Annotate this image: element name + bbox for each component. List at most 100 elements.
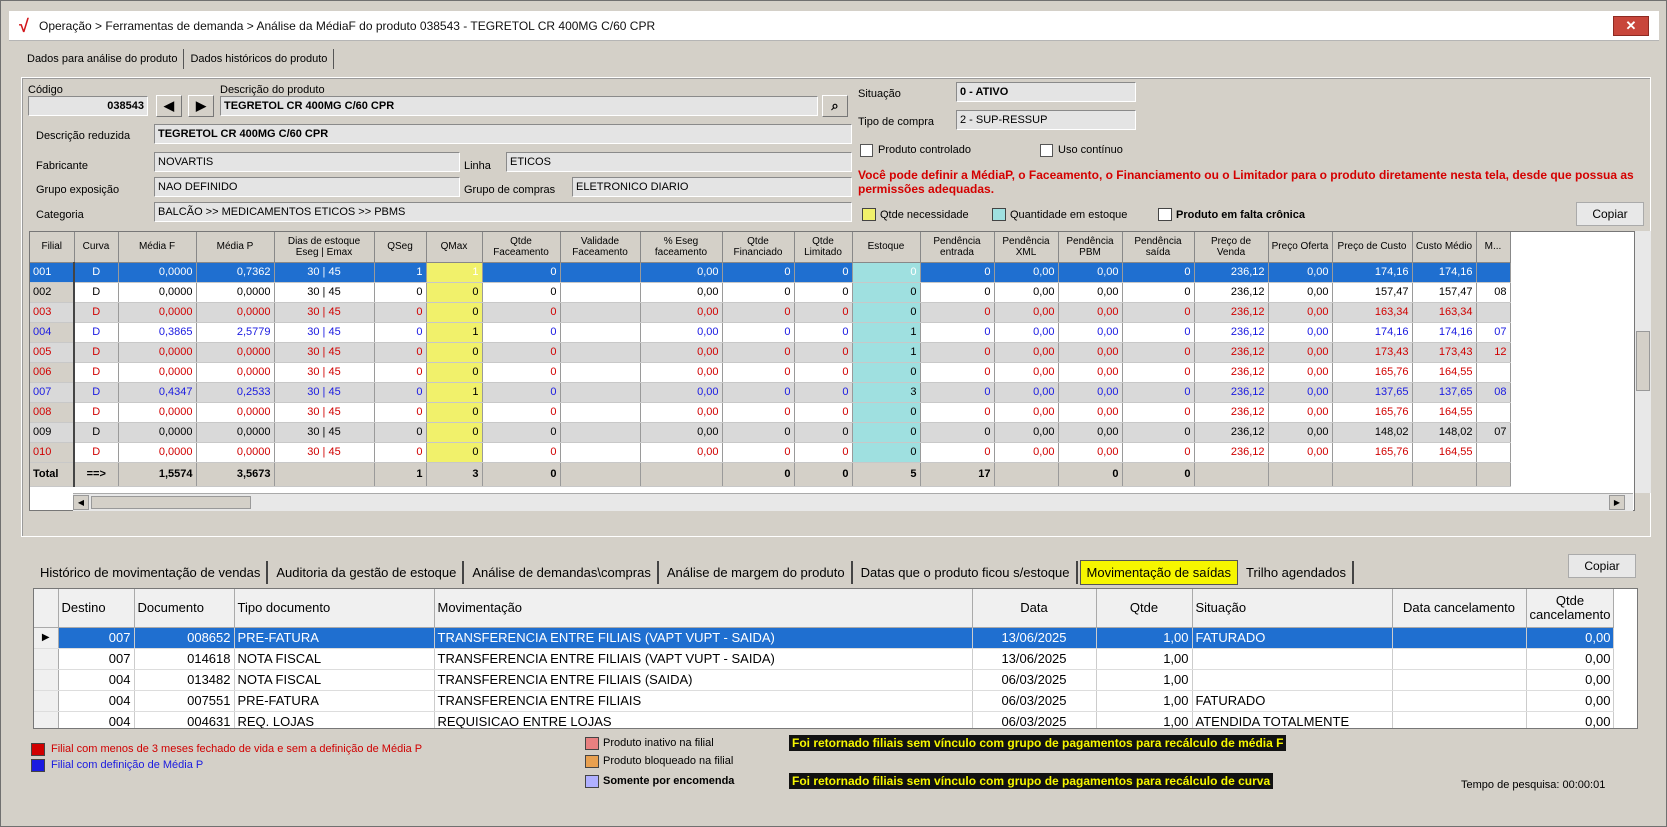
filial-cell-ps[interactable]: 0 (1122, 322, 1195, 343)
filial-cell-f[interactable]: 002 (30, 282, 75, 303)
filial-cell-mp[interactable]: 0,2533 (196, 382, 275, 403)
filial-cell-pp[interactable]: 0,00 (1058, 262, 1123, 283)
filial-cell-cm[interactable]: 174,16 (1412, 322, 1477, 343)
saidas-cell-doc[interactable]: 008652 (134, 627, 235, 649)
saidas-cell-dest[interactable]: 007 (58, 648, 135, 670)
filial-cell-po[interactable]: 0,00 (1268, 262, 1333, 283)
filial-cell-d[interactable]: 30 | 45 (274, 382, 375, 403)
produto-controlado-checkbox[interactable] (860, 144, 873, 157)
filial-cell-pc[interactable]: 173,43 (1332, 342, 1413, 363)
tab-auditoria-estoque[interactable]: Auditoria da gestão de estoque (270, 561, 465, 584)
filial-cell-pv[interactable]: 236,12 (1194, 282, 1269, 303)
copy-grid-button[interactable]: Copiar (1576, 202, 1644, 226)
filial-cell-ps[interactable]: 0 (1122, 262, 1195, 283)
grid-header-17[interactable]: Preço de Venda (1194, 232, 1269, 263)
fabricante-field[interactable]: NOVARTIS (154, 152, 460, 172)
linha-field[interactable]: ETICOS (506, 152, 852, 172)
saidas-cell-qtde[interactable]: 1,00 (1096, 627, 1193, 649)
filial-cell-es[interactable]: 0 (852, 282, 921, 303)
filial-cell-pen[interactable]: 0 (920, 342, 995, 363)
filial-cell-cm[interactable]: 148,02 (1412, 422, 1477, 443)
filial-cell-cm[interactable]: 157,47 (1412, 282, 1477, 303)
filial-cell-qm[interactable]: 1 (426, 262, 483, 283)
saidas-cell-sit[interactable] (1192, 648, 1393, 670)
filial-cell-qfi[interactable]: 0 (722, 442, 795, 463)
filial-cell-qs[interactable]: 0 (374, 402, 427, 423)
filial-cell-px[interactable]: 0,00 (994, 322, 1059, 343)
filial-cell-f[interactable]: 007 (30, 382, 75, 403)
filial-cell-x[interactable]: 08 (1476, 382, 1511, 403)
filial-row[interactable]: 009 D 0,0000 0,0000 30 | 45 0 0 0 0,00 0 0 0 0 0,00 0,… (30, 422, 1511, 443)
filial-cell-qfi[interactable]: 0 (722, 262, 795, 283)
grid-header-12[interactable]: Estoque (852, 232, 921, 263)
filial-cell-pv[interactable]: 236,12 (1194, 382, 1269, 403)
grid-header-16[interactable]: Pendência saída (1122, 232, 1195, 263)
saidas-cell-sit[interactable] (1192, 669, 1393, 691)
filial-cell-x[interactable]: 07 (1476, 422, 1511, 443)
filial-cell-pen[interactable]: 0 (920, 422, 995, 443)
filial-cell-pc[interactable]: 165,76 (1332, 362, 1413, 383)
filial-cell-es[interactable]: 0 (852, 442, 921, 463)
filial-cell-qm[interactable]: 0 (426, 442, 483, 463)
filial-cell-pe[interactable]: 0,00 (640, 282, 723, 303)
filial-cell-cu[interactable]: D (74, 282, 119, 303)
filial-cell-qf[interactable]: 0 (482, 402, 561, 423)
filial-cell-po[interactable]: 0,00 (1268, 302, 1333, 323)
saidas-cell-qc[interactable]: 0,00 (1526, 669, 1615, 691)
filial-cell-vf[interactable] (560, 342, 641, 363)
filial-cell-mp[interactable]: 0,0000 (196, 362, 275, 383)
filial-cell-pp[interactable]: 0,00 (1058, 322, 1123, 343)
saidas-cell-doc[interactable]: 014618 (134, 648, 235, 670)
filial-cell-po[interactable]: 0,00 (1268, 342, 1333, 363)
saidas-cell-tipo[interactable]: PRE-FATURA (234, 690, 435, 712)
filial-cell-pe[interactable]: 0,00 (640, 422, 723, 443)
saidas-cell-qtde[interactable]: 1,00 (1096, 669, 1193, 691)
filial-cell-d[interactable]: 30 | 45 (274, 402, 375, 423)
filial-cell-cu[interactable]: D (74, 322, 119, 343)
saidas-cell-mov[interactable]: TRANSFERENCIA ENTRE FILIAIS (VAPT VUPT -… (434, 648, 973, 670)
filial-cell-pe[interactable]: 0,00 (640, 362, 723, 383)
grid-header-14[interactable]: Pendência XML (994, 232, 1059, 263)
saidas-cell-mov[interactable]: REQUISICAO ENTRE LOJAS (434, 711, 973, 728)
filial-cell-f[interactable]: 009 (30, 422, 75, 443)
filial-cell-qf[interactable]: 0 (482, 302, 561, 323)
filial-cell-mf[interactable]: 0,0000 (118, 342, 197, 363)
saidas-header-0[interactable]: Destino (58, 589, 135, 628)
filial-cell-qfi[interactable]: 0 (722, 302, 795, 323)
filial-cell-d[interactable]: 30 | 45 (274, 302, 375, 323)
grid-horizontal-scrollbar[interactable]: ◀ ▶ (73, 493, 1633, 511)
uso-continuo-checkbox[interactable] (1040, 144, 1053, 157)
filial-cell-mp[interactable]: 0,0000 (196, 282, 275, 303)
filial-cell-qfi[interactable]: 0 (722, 402, 795, 423)
grid-header-11[interactable]: Qtde Limitado (794, 232, 853, 263)
filial-cell-vf[interactable] (560, 262, 641, 283)
filial-cell-qfi[interactable]: 0 (722, 382, 795, 403)
filial-cell-d[interactable]: 30 | 45 (274, 362, 375, 383)
filial-cell-x[interactable] (1476, 262, 1511, 283)
grid-vertical-scrollbar[interactable] (1635, 231, 1651, 493)
descricao-reduzida-field[interactable]: TEGRETOL CR 400MG C/60 CPR (154, 124, 852, 144)
filial-cell-po[interactable]: 0,00 (1268, 322, 1333, 343)
filial-cell-px[interactable]: 0,00 (994, 302, 1059, 323)
tab-dados-analise[interactable]: Dados para análise do produto (21, 49, 185, 69)
saidas-header-4[interactable]: Data (972, 589, 1097, 628)
filial-cell-f[interactable]: 010 (30, 442, 75, 463)
tab-analise-demandas[interactable]: Análise de demandas\compras (466, 561, 659, 584)
descricao-field[interactable]: TEGRETOL CR 400MG C/60 CPR (220, 96, 818, 116)
filial-cell-d[interactable]: 30 | 45 (274, 342, 375, 363)
filial-cell-qf[interactable]: 0 (482, 422, 561, 443)
filial-cell-f[interactable]: 004 (30, 322, 75, 343)
filial-cell-d[interactable]: 30 | 45 (274, 442, 375, 463)
filial-cell-pen[interactable]: 0 (920, 302, 995, 323)
grid-header-10[interactable]: Qtde Financiado (722, 232, 795, 263)
scroll-left-icon[interactable]: ◀ (73, 495, 89, 510)
saidas-header-8[interactable]: Qtde cancelamento (1526, 589, 1615, 628)
filial-cell-ps[interactable]: 0 (1122, 362, 1195, 383)
tab-analise-margem[interactable]: Análise de margem do produto (661, 561, 853, 584)
filial-cell-ql[interactable]: 0 (794, 382, 853, 403)
saidas-cell-sit[interactable]: ATENDIDA TOTALMENTE (1192, 711, 1393, 728)
filial-cell-f[interactable]: 001 (30, 262, 75, 283)
saidas-cell-doc[interactable]: 007551 (134, 690, 235, 712)
filial-cell-cm[interactable]: 163,34 (1412, 302, 1477, 323)
filial-cell-pp[interactable]: 0,00 (1058, 422, 1123, 443)
